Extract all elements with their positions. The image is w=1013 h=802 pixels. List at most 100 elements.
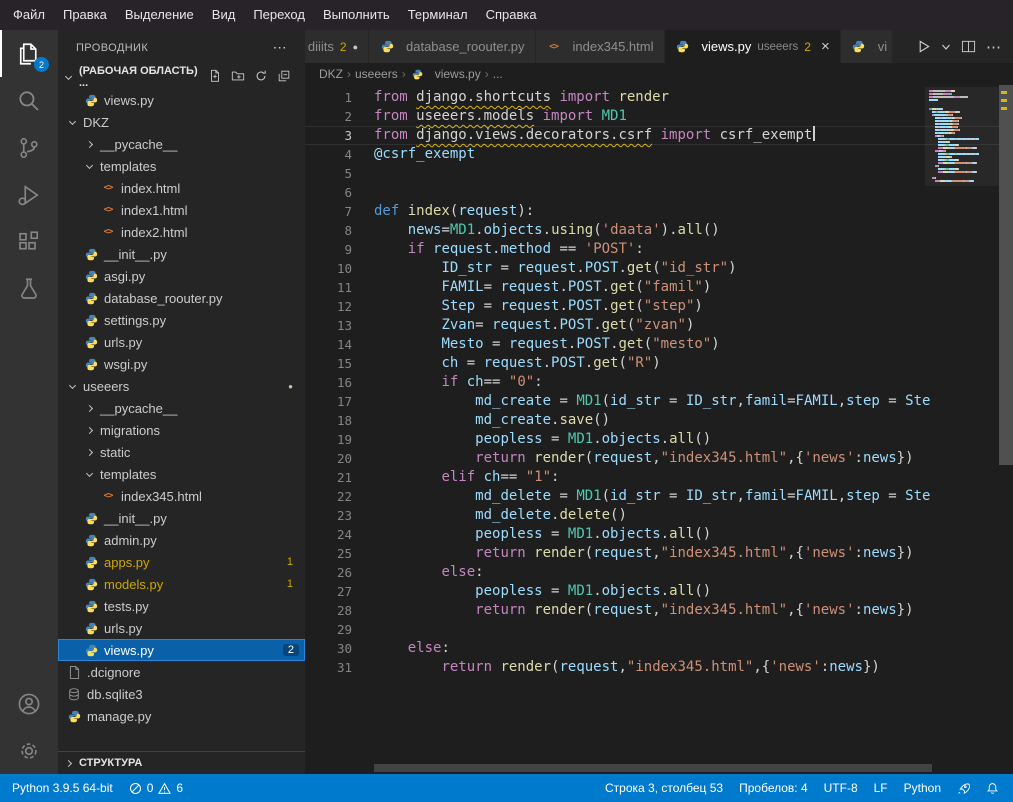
breadcrumb-item-dkz[interactable]: DKZ (319, 67, 343, 81)
line-number: 12 (305, 297, 352, 316)
tree-file-init-py[interactable]: __init__.py (58, 243, 305, 265)
tree-folder-pycache[interactable]: __pycache__ (58, 133, 305, 155)
line-number: 20 (305, 449, 352, 468)
py-file-icon (83, 512, 99, 525)
split-editor-button[interactable] (961, 39, 976, 54)
vertical-scrollbar[interactable] (999, 85, 1013, 774)
code-editor[interactable]: 1from django.shortcuts import render2fro… (305, 85, 1013, 774)
item-label: tests.py (104, 599, 149, 614)
tree-file-admin-py[interactable]: admin.py (58, 529, 305, 551)
tab-diiits[interactable]: diiits2● (305, 30, 369, 63)
line-text (352, 164, 374, 183)
line-text: return render(request,"index345.html",{'… (352, 449, 914, 468)
tree-file-models-py[interactable]: models.py1 (58, 573, 305, 595)
line-number: 6 (305, 183, 352, 202)
tree-file-manage-py[interactable]: manage.py (58, 705, 305, 727)
tree-file-views-py[interactable]: views.py2 (58, 639, 305, 661)
tree-file-init-py[interactable]: __init__.py (58, 507, 305, 529)
tree-file-index1-html[interactable]: <>index1.html (58, 199, 305, 221)
menu-item-терминал[interactable]: Терминал (399, 0, 477, 30)
horizontal-scrollbar-thumb[interactable] (374, 764, 932, 772)
search-icon[interactable] (0, 77, 58, 124)
tree-folder-templates[interactable]: templates (58, 463, 305, 485)
more-actions-icon[interactable]: ⋯ (986, 38, 1001, 56)
tab-label: views.py (702, 39, 752, 54)
line-text: Zvan= request.POST.get("zvan") (352, 316, 694, 335)
menu-item-выполнить[interactable]: Выполнить (314, 0, 399, 30)
menu-item-переход[interactable]: Переход (244, 0, 314, 30)
line-text: md_delete.delete() (352, 506, 627, 525)
run-dropdown-chevron-icon[interactable] (941, 42, 951, 52)
breadcrumb-item-useeers[interactable]: useeers (355, 67, 398, 81)
indentation-status[interactable]: Пробелов: 4 (731, 774, 816, 802)
tree-folder-dkz[interactable]: DKZ (58, 111, 305, 133)
code-line-19: 19 peopless = MD1.objects.all() (305, 430, 999, 449)
close-icon[interactable]: × (821, 39, 830, 54)
account-icon[interactable] (0, 680, 58, 727)
line-text: def index(request): (352, 202, 534, 221)
problems-status[interactable]: 0 6 (121, 774, 191, 802)
notifications-bell-icon[interactable] (978, 774, 1007, 802)
extensions-icon[interactable] (0, 218, 58, 265)
tree-file-database-roouter-py[interactable]: database_roouter.py (58, 287, 305, 309)
new-folder-icon[interactable] (231, 69, 245, 86)
tree-folder-useeers[interactable]: useeers● (58, 375, 305, 397)
tab-problems-badge: 2 (340, 40, 347, 54)
testing-icon[interactable] (0, 265, 58, 312)
language-mode-status[interactable]: Python (896, 774, 949, 802)
tree-folder-migrations[interactable]: migrations (58, 419, 305, 441)
tree-folder-static[interactable]: static (58, 441, 305, 463)
tree-file-urls-py[interactable]: urls.py (58, 331, 305, 353)
eol-status[interactable]: LF (866, 774, 896, 802)
tree-file-index2-html[interactable]: <>index2.html (58, 221, 305, 243)
tab-database-roouter-py[interactable]: database_roouter.py (369, 30, 536, 63)
collapse-all-icon[interactable] (277, 69, 291, 86)
refresh-icon[interactable] (254, 69, 268, 86)
tree-file-dcignore[interactable]: .dcignore (58, 661, 305, 683)
tab-vi[interactable]: vi (841, 30, 893, 63)
breadcrumb-item-[interactable]: ... (493, 67, 503, 81)
rocket-icon[interactable] (949, 774, 978, 802)
run-python-file-button[interactable] (916, 39, 931, 54)
tree-file-tests-py[interactable]: tests.py (58, 595, 305, 617)
new-file-icon[interactable] (208, 69, 222, 86)
vertical-scrollbar-thumb[interactable] (999, 85, 1013, 465)
py-file-icon (83, 556, 99, 569)
tree-file-asgi-py[interactable]: asgi.py (58, 265, 305, 287)
line-text: else: (352, 639, 450, 658)
outline-section-header[interactable]: СТРУКТУРА (58, 751, 305, 774)
code-line-15: 15 ch = request.POST.get("R") (305, 354, 999, 373)
python-interpreter-status[interactable]: Python 3.9.5 64-bit (4, 774, 121, 802)
encoding-status[interactable]: UTF-8 (816, 774, 866, 802)
breadcrumb-item-views-py[interactable]: views.py (410, 67, 481, 81)
item-label: templates (100, 467, 156, 482)
code-line-16: 16 if ch== "0": (305, 373, 999, 392)
line-text: ID_str = request.POST.get("id_str") (352, 259, 737, 278)
tree-file-wsgi-py[interactable]: wsgi.py (58, 353, 305, 375)
menu-item-файл[interactable]: Файл (4, 0, 54, 30)
source-control-icon[interactable] (0, 124, 58, 171)
tree-file-db-sqlite3[interactable]: db.sqlite3 (58, 683, 305, 705)
minimap[interactable] (925, 87, 999, 186)
tree-file-apps-py[interactable]: apps.py1 (58, 551, 305, 573)
menu-item-правка[interactable]: Правка (54, 0, 116, 30)
tree-file-urls-py[interactable]: urls.py (58, 617, 305, 639)
run-debug-icon[interactable] (0, 171, 58, 218)
tree-file-views-py[interactable]: views.py (58, 89, 305, 111)
tree-file-settings-py[interactable]: settings.py (58, 309, 305, 331)
horizontal-scrollbar[interactable] (374, 764, 997, 772)
tree-file-index-html[interactable]: <>index.html (58, 177, 305, 199)
tree-file-index345-html[interactable]: <>index345.html (58, 485, 305, 507)
menu-item-вид[interactable]: Вид (203, 0, 245, 30)
cursor-position-status[interactable]: Строка 3, столбец 53 (597, 774, 731, 802)
tab-index345-html[interactable]: <>index345.html (536, 30, 665, 63)
workspace-section-header[interactable]: (РАБОЧАЯ ОБЛАСТЬ) ... (58, 65, 305, 89)
settings-gear-icon[interactable] (0, 727, 58, 774)
menu-item-выделение[interactable]: Выделение (116, 0, 203, 30)
tab-views-py[interactable]: views.pyuseeers2× (665, 30, 841, 63)
explorer-icon[interactable]: 2 (0, 30, 58, 77)
views-more-actions-icon[interactable]: ⋯ (273, 39, 287, 56)
tree-folder-pycache[interactable]: __pycache__ (58, 397, 305, 419)
menu-item-справка[interactable]: Справка (477, 0, 546, 30)
tree-folder-templates[interactable]: templates (58, 155, 305, 177)
